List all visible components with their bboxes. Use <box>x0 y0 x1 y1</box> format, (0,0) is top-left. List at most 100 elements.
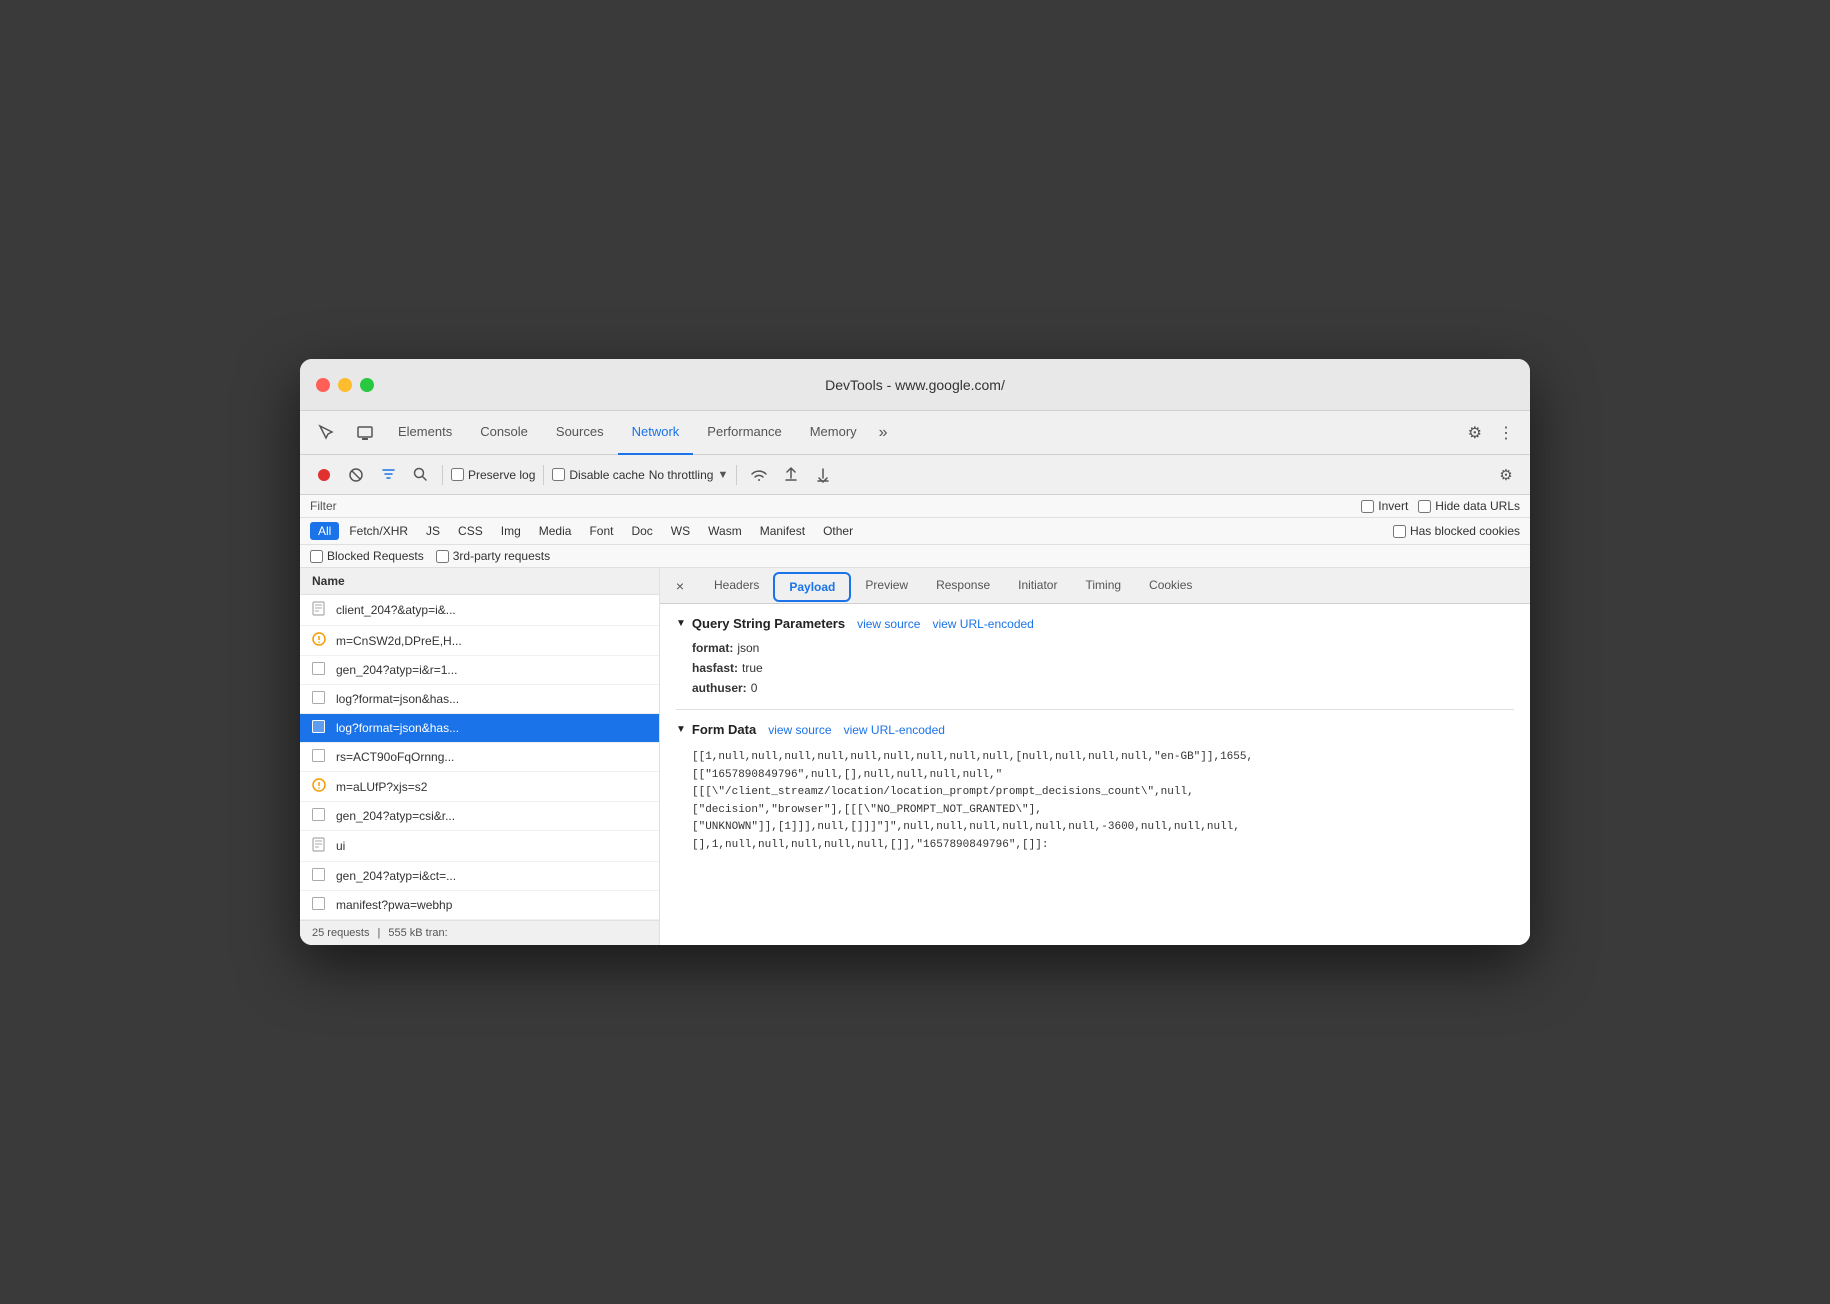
download-icon[interactable] <box>809 461 837 489</box>
detail-tab-response[interactable]: Response <box>922 568 1004 604</box>
orange-icon-6 <box>312 778 328 795</box>
form-data-title: ▼ Form Data <box>676 722 756 737</box>
network-toolbar: Preserve log Disable cache No throttling… <box>300 455 1530 495</box>
item-name-1: m=CnSW2d,DPreE,H... <box>336 634 462 648</box>
hide-data-urls-option[interactable]: Hide data URLs <box>1418 499 1520 513</box>
checkbox-icon-10 <box>312 897 328 913</box>
device-icon[interactable] <box>346 411 384 455</box>
filter-icon[interactable] <box>374 461 402 489</box>
network-item-9[interactable]: gen_204?atyp=i&ct=... <box>300 862 659 891</box>
maximize-button[interactable] <box>360 378 374 392</box>
minimize-button[interactable] <box>338 378 352 392</box>
network-item-4[interactable]: log?format=json&has... <box>300 714 659 743</box>
item-name-9: gen_204?atyp=i&ct=... <box>336 869 456 883</box>
preserve-log-checkbox[interactable] <box>451 468 464 481</box>
tab-memory[interactable]: Memory <box>796 411 871 455</box>
invert-option[interactable]: Invert <box>1361 499 1408 513</box>
has-blocked-cookies-checkbox[interactable] <box>1393 525 1406 538</box>
type-filter-manifest[interactable]: Manifest <box>752 522 813 540</box>
upload-icon[interactable] <box>777 461 805 489</box>
network-item-1[interactable]: m=CnSW2d,DPreE,H... <box>300 626 659 656</box>
type-filter-wasm[interactable]: Wasm <box>700 522 750 540</box>
type-filter-doc[interactable]: Doc <box>623 522 660 540</box>
hide-data-urls-checkbox[interactable] <box>1418 500 1431 513</box>
search-icon[interactable] <box>406 461 434 489</box>
close-button[interactable] <box>316 378 330 392</box>
type-filter-all[interactable]: All <box>310 522 339 540</box>
detail-tab-initiator[interactable]: Initiator <box>1004 568 1071 604</box>
item-name-3: log?format=json&has... <box>336 692 459 706</box>
settings-icon[interactable]: ⚙ <box>1460 423 1490 443</box>
type-filter-font[interactable]: Font <box>581 522 621 540</box>
query-string-section-header: ▼ Query String Parameters view source vi… <box>676 616 1514 631</box>
more-tabs-icon[interactable]: » <box>871 424 896 442</box>
form-view-source-link[interactable]: view source <box>768 723 831 737</box>
section-divider <box>676 709 1514 710</box>
invert-checkbox[interactable] <box>1361 500 1374 513</box>
devtools-body: Elements Console Sources Network Perform… <box>300 411 1530 945</box>
item-name-5: rs=ACT90oFqOrnng... <box>336 750 454 764</box>
tab-console[interactable]: Console <box>466 411 542 455</box>
network-item-2[interactable]: gen_204?atyp=i&r=1... <box>300 656 659 685</box>
filter-label: Filter <box>310 499 337 513</box>
disable-cache-label[interactable]: Disable cache <box>552 468 644 482</box>
throttle-dropdown-icon[interactable]: ▼ <box>717 469 728 481</box>
type-filter-ws[interactable]: WS <box>663 522 698 540</box>
detail-panel: × Headers Payload Preview Response Initi… <box>660 568 1530 945</box>
blocked-requests-checkbox[interactable] <box>310 550 323 563</box>
query-view-source-link[interactable]: view source <box>857 617 920 631</box>
disable-cache-checkbox[interactable] <box>552 468 565 481</box>
query-view-url-encoded-link[interactable]: view URL-encoded <box>932 617 1033 631</box>
network-item-10[interactable]: manifest?pwa=webhp <box>300 891 659 920</box>
detail-tab-timing[interactable]: Timing <box>1071 568 1135 604</box>
main-tabs-bar: Elements Console Sources Network Perform… <box>300 411 1530 455</box>
item-name-6: m=aLUfP?xjs=s2 <box>336 780 427 794</box>
transfer-size: 555 kB tran: <box>388 927 447 939</box>
form-view-url-encoded-link[interactable]: view URL-encoded <box>844 723 945 737</box>
tab-elements[interactable]: Elements <box>384 411 466 455</box>
record-button[interactable] <box>310 461 338 489</box>
wifi-icon[interactable] <box>745 461 773 489</box>
network-item-6[interactable]: m=aLUfP?xjs=s2 <box>300 772 659 802</box>
tab-network[interactable]: Network <box>618 411 694 455</box>
devtools-window: DevTools - www.google.com/ Elements Cons… <box>300 359 1530 945</box>
toolbar-settings-icon[interactable]: ⚙ <box>1492 461 1520 489</box>
network-item-3[interactable]: log?format=json&has... <box>300 685 659 714</box>
network-item-5[interactable]: rs=ACT90oFqOrnng... <box>300 743 659 772</box>
checkbox-icon-9 <box>312 868 328 884</box>
type-filter-js[interactable]: JS <box>418 522 448 540</box>
type-filter-css[interactable]: CSS <box>450 522 491 540</box>
inspect-icon[interactable] <box>308 411 346 455</box>
requests-count: 25 requests <box>312 927 369 939</box>
title-bar: DevTools - www.google.com/ <box>300 359 1530 411</box>
network-item-8[interactable]: ui <box>300 831 659 862</box>
window-title: DevTools - www.google.com/ <box>825 377 1005 393</box>
detail-content: ▼ Query String Parameters view source vi… <box>660 604 1530 945</box>
network-item-0[interactable]: client_204?&atyp=i&... <box>300 595 659 626</box>
detail-tab-payload[interactable]: Payload <box>773 572 851 602</box>
type-filter-media[interactable]: Media <box>531 522 580 540</box>
more-options-icon[interactable]: ⋮ <box>1490 423 1522 443</box>
has-blocked-cookies-label[interactable]: Has blocked cookies <box>1393 524 1520 538</box>
blocked-requests-option[interactable]: Blocked Requests <box>310 549 424 563</box>
third-party-checkbox[interactable] <box>436 550 449 563</box>
network-item-7[interactable]: gen_204?atyp=csi&r... <box>300 802 659 831</box>
type-filter-img[interactable]: Img <box>493 522 529 540</box>
detail-tab-headers[interactable]: Headers <box>700 568 773 604</box>
detail-tab-cookies[interactable]: Cookies <box>1135 568 1206 604</box>
clear-button[interactable] <box>342 461 370 489</box>
type-filter-other[interactable]: Other <box>815 522 861 540</box>
type-filter-bar: All Fetch/XHR JS CSS Img Media Font Doc … <box>300 518 1530 545</box>
detail-close-button[interactable]: × <box>668 574 692 598</box>
network-list: Name client_204?&atyp=i&... m=CnSW2d,DPr… <box>300 568 660 945</box>
triangle-icon-2: ▼ <box>676 724 686 735</box>
checkbox-icon-5 <box>312 749 328 765</box>
tab-sources[interactable]: Sources <box>542 411 618 455</box>
third-party-option[interactable]: 3rd-party requests <box>436 549 550 563</box>
tab-performance[interactable]: Performance <box>693 411 795 455</box>
throttle-label: No throttling <box>649 468 714 482</box>
type-filter-fetch-xhr[interactable]: Fetch/XHR <box>341 522 416 540</box>
item-name-10: manifest?pwa=webhp <box>336 898 452 912</box>
preserve-log-label[interactable]: Preserve log <box>451 468 535 482</box>
detail-tab-preview[interactable]: Preview <box>851 568 922 604</box>
